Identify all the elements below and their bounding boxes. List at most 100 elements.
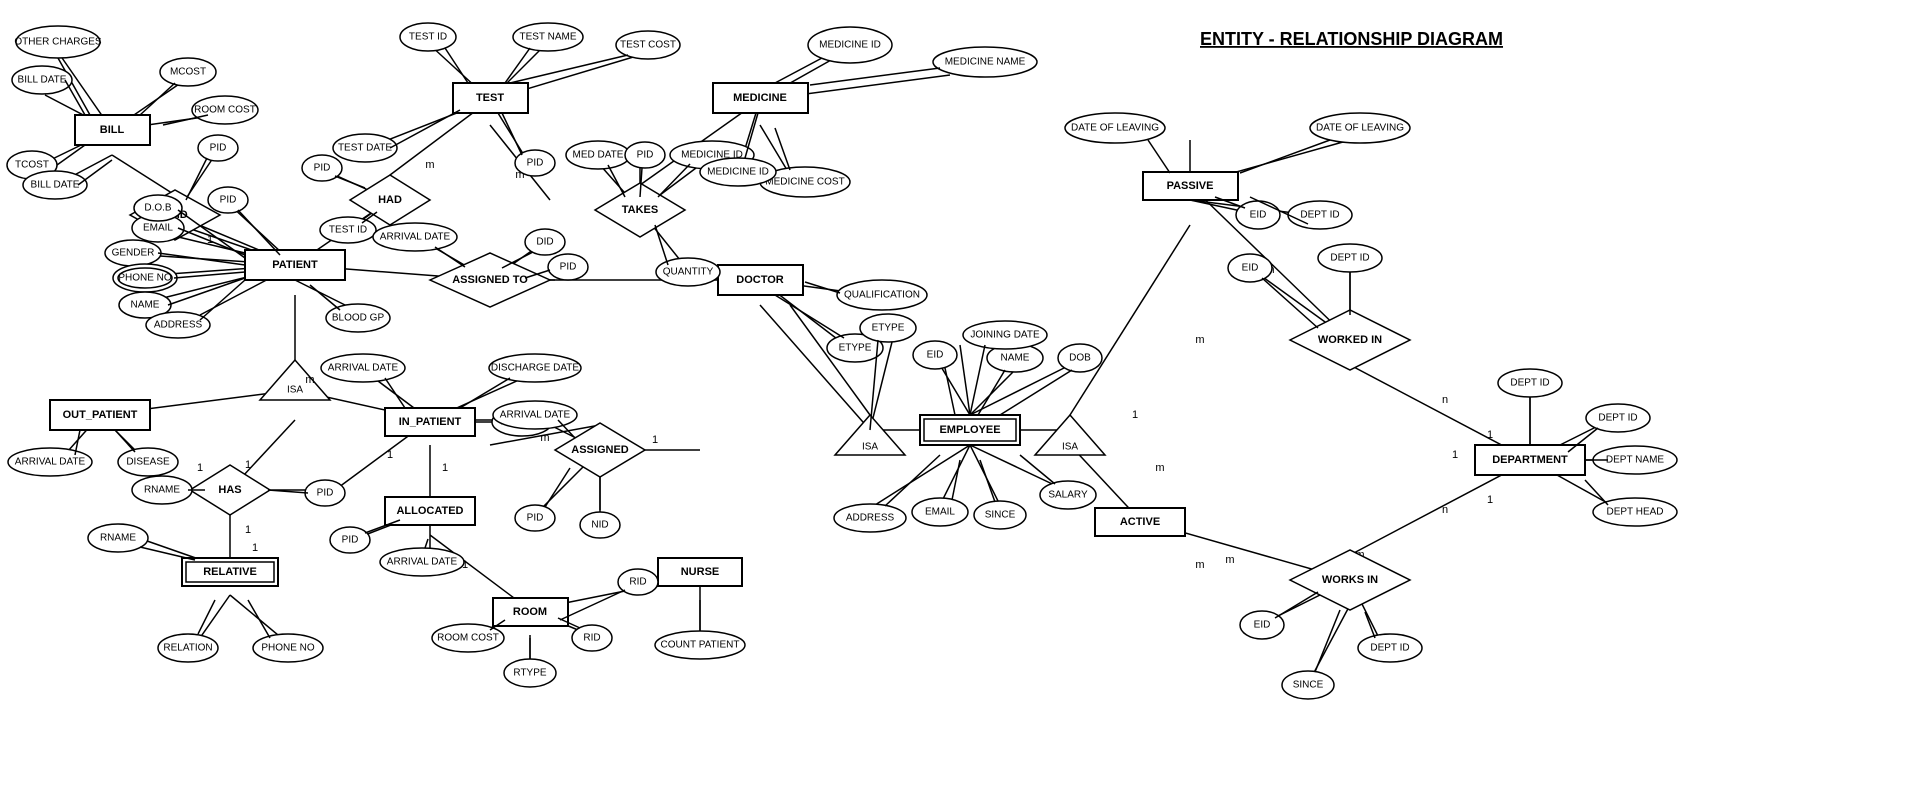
- attr-pid-allocated-label: PID: [342, 535, 359, 546]
- attr-arrival-date-nurse-label: ARRIVAL DATE: [500, 410, 571, 421]
- svg-text:m: m: [305, 374, 314, 386]
- entity-department-label: DEPARTMENT: [1492, 454, 1568, 466]
- attr-count-patient-label: COUNT PATIENT: [661, 640, 740, 651]
- entity-bill-label: BILL: [100, 124, 125, 136]
- svg-text:m: m: [1155, 462, 1164, 474]
- entity-nurse-label: NURSE: [681, 566, 720, 578]
- attr-blood-gp-label: BLOOD GP: [332, 313, 385, 324]
- svg-text:1: 1: [245, 524, 251, 536]
- attr-bill-date-bottom-label: BILL DATE: [31, 180, 80, 191]
- attr-arrival-date-allocated-label: ARRIVAL DATE: [387, 557, 458, 568]
- svg-text:1: 1: [652, 434, 658, 446]
- attr-relation-label: RELATION: [163, 643, 212, 654]
- svg-text:m: m: [1195, 334, 1204, 346]
- attr-tcost-label: TCOST: [15, 160, 49, 171]
- attr-joining-date-label: JOINING DATE: [970, 330, 1040, 341]
- relationship-takes-label: TAKES: [622, 204, 658, 216]
- attr-rname-relative-label: RNAME: [100, 533, 136, 544]
- attr-test-cost-label: TEST COST: [620, 40, 676, 51]
- attr-test-id-had-label: TEST ID: [329, 225, 367, 236]
- attr-dob-employee-label: DOB: [1069, 353, 1091, 364]
- attr-email-patient-label: EMAIL: [143, 223, 173, 234]
- attr-eid-passive-label: EID: [1250, 210, 1267, 221]
- attr-email-employee-label: EMAIL: [925, 507, 955, 518]
- entity-allocated-label: ALLOCATED: [396, 505, 463, 517]
- relationship-works-in-label: WORKS IN: [1322, 574, 1378, 586]
- entity-active-label: ACTIVE: [1120, 516, 1160, 528]
- attr-medicine-cost-label: MEDICINE COST: [765, 177, 844, 188]
- attr-dept-id-passive-label: DEPT ID: [1300, 210, 1339, 221]
- attr-room-cost-label: ROOM COST: [437, 633, 499, 644]
- attr-gender-label: GENDER: [112, 248, 155, 259]
- attr-address-patient-label: ADDRESS: [154, 320, 203, 331]
- attr-med-date-label: MED DATE: [573, 150, 624, 161]
- attr-etype-doctor-label: ETYPE: [839, 343, 872, 354]
- attr-pid-has-label: PID: [317, 488, 334, 499]
- relationship-assigned-to-label: ASSIGNED TO: [452, 274, 528, 286]
- attr-dept-head-label: DEPT HEAD: [1606, 507, 1663, 518]
- svg-text:n: n: [1442, 504, 1448, 516]
- svg-text:1: 1: [197, 462, 203, 474]
- attr-dept-id-dept-top-label: DEPT ID: [1598, 413, 1637, 424]
- attr-arrival-date-in-label: ARRIVAL DATE: [328, 363, 399, 374]
- relationship-had-label: HAD: [378, 194, 402, 206]
- attr-quantity-label: QUANTITY: [663, 267, 714, 278]
- attr-room-cost-bill-label: ROOM COST: [194, 105, 256, 116]
- entity-relative-label: RELATIVE: [203, 566, 257, 578]
- attr-mcost-label: MCOST: [170, 67, 206, 78]
- attr-test-id-label: TEST ID: [409, 32, 447, 43]
- entity-room-label: ROOM: [513, 606, 547, 618]
- attr-pid-had-label: PID: [314, 163, 331, 174]
- attr-pid-paid-label: PID: [210, 143, 227, 154]
- attr-date-leaving-passive-right-label: DATE OF LEAVING: [1316, 123, 1404, 134]
- attr-eid-employee-label: EID: [927, 350, 944, 361]
- attr-since-employee-label: SINCE: [985, 510, 1016, 521]
- attr-pid-patient-label: PID: [220, 195, 237, 206]
- attr-dept-id-worked-in-label: DEPT ID: [1330, 253, 1369, 264]
- attr-salary-label: SALARY: [1048, 490, 1088, 501]
- attr-name-patient-label: NAME: [131, 300, 160, 311]
- relationship-has-label: HAS: [218, 484, 241, 496]
- attr-dept-id-dept-top2-label: DEPT ID: [1510, 378, 1549, 389]
- svg-text:1: 1: [245, 459, 251, 471]
- attr-name-employee-label: NAME: [1001, 353, 1030, 364]
- attr-medicine-name-label: MEDICINE NAME: [945, 57, 1026, 68]
- attr-rname-has-label: RNAME: [144, 485, 180, 496]
- attr-dept-name-label: DEPT NAME: [1606, 455, 1664, 466]
- attr-dept-id-works-in-label: DEPT ID: [1370, 643, 1409, 654]
- entity-doctor-label: DOCTOR: [736, 274, 784, 286]
- entity-out-patient-label: OUT_PATIENT: [63, 409, 138, 421]
- attr-pid-takes-label: PID: [637, 150, 654, 161]
- attr-date-leaving-passive-left-label: DATE OF LEAVING: [1071, 123, 1159, 134]
- isa-emp1-label: ISA: [862, 442, 878, 453]
- attr-etype-employee-label: ETYPE: [872, 323, 905, 334]
- attr-arrival-date-assigned-label: ARRIVAL DATE: [380, 232, 451, 243]
- attr-medicine-id-top-label: MEDICINE ID: [819, 40, 881, 51]
- entity-passive-label: PASSIVE: [1167, 180, 1214, 192]
- attr-nid-label: NID: [591, 520, 608, 531]
- relationship-worked-in-label: WORKED IN: [1318, 334, 1382, 346]
- relationship-assigned-label: ASSIGNED: [571, 444, 629, 456]
- attr-medicine-id-lower-label: MEDICINE ID: [707, 167, 769, 178]
- attr-test-date-label: TEST DATE: [338, 143, 392, 154]
- attr-arrival-date-out-label: ARRIVAL DATE: [15, 457, 86, 468]
- attr-rid-upper-label: RID: [629, 577, 646, 588]
- entity-medicine-label: MEDICINE: [733, 92, 787, 104]
- attr-discharge-date-label: DISCHARGE DATE: [491, 363, 579, 374]
- entity-patient-label: PATIENT: [272, 259, 318, 271]
- attr-rtype-label: RTYPE: [513, 668, 546, 679]
- diagram-title: ENTITY - RELATIONSHIP DIAGRAM: [1200, 29, 1503, 49]
- er-diagram-container: ENTITY - RELATIONSHIP DIAGRAM 1 n m m: [0, 0, 1914, 802]
- attr-eid-works-in-label: EID: [1254, 620, 1271, 631]
- svg-text:1: 1: [387, 449, 393, 461]
- svg-text:1: 1: [1132, 409, 1138, 421]
- attr-pid-test-label: PID: [527, 158, 544, 169]
- attr-rid-room-label: RID: [583, 633, 600, 644]
- svg-text:1: 1: [1487, 429, 1493, 441]
- attr-other-charges-label: OTHER CHARGES: [14, 37, 102, 48]
- entity-employee-label: EMPLOYEE: [939, 424, 1000, 436]
- attr-pid-assigned-to-label: PID: [560, 262, 577, 273]
- isa-emp2-label: ISA: [1062, 442, 1078, 453]
- svg-text:m: m: [540, 432, 549, 444]
- attr-phone-no-relative-label: PHONE NO: [261, 643, 315, 654]
